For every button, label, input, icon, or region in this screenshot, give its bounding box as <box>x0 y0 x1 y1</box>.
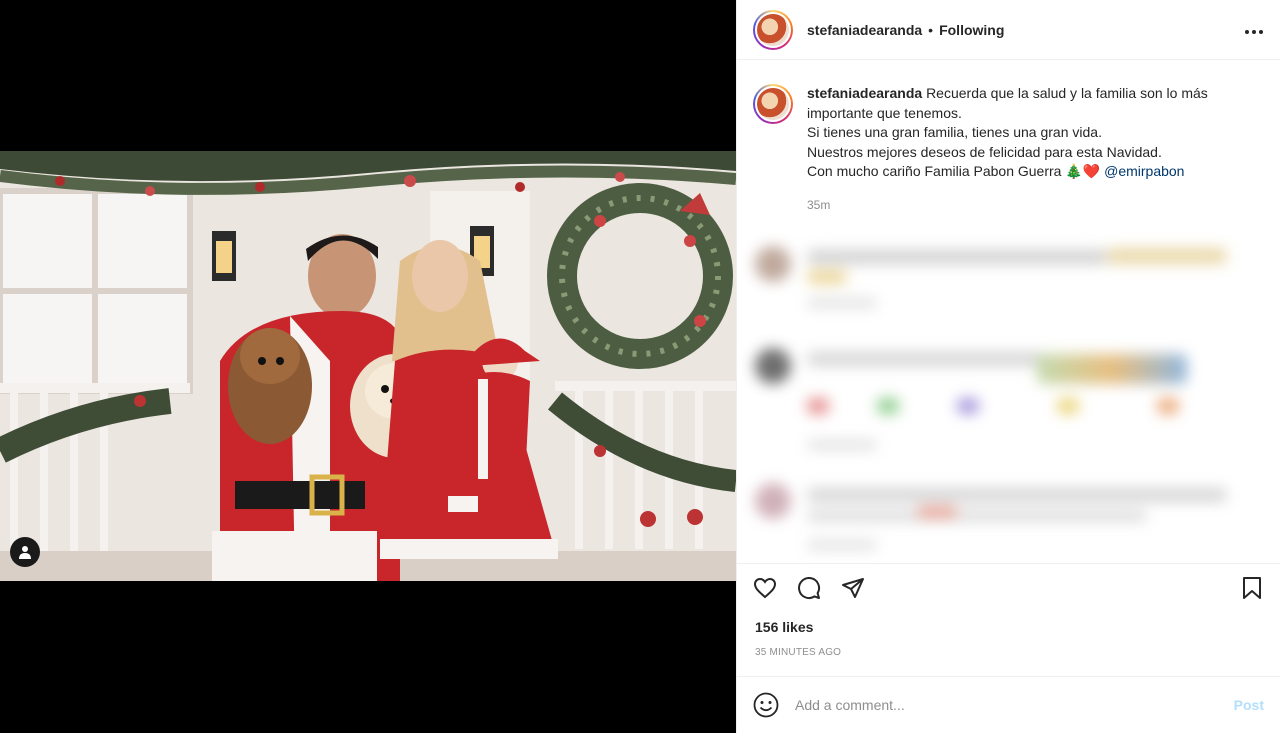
caption-avatar[interactable] <box>753 84 793 124</box>
save-bookmark-icon[interactable] <box>1240 576 1264 600</box>
caption-timestamp[interactable]: 35m <box>807 196 1264 216</box>
posted-ago[interactable]: 35 minutes ago <box>737 635 1280 658</box>
media-area <box>0 0 736 733</box>
caption: stefaniadearanda Recuerda que la salud y… <box>737 60 1280 216</box>
share-direct-icon[interactable] <box>841 576 865 600</box>
post-actions <box>737 563 1280 611</box>
comment-composer: Post <box>737 676 1280 733</box>
tagged-users-button[interactable] <box>10 537 40 567</box>
caption-line-3: Nuestros mejores deseos de felicidad par… <box>807 143 1162 160</box>
post-comment-button[interactable]: Post <box>1234 697 1264 713</box>
like-heart-icon[interactable] <box>753 576 777 600</box>
post-details-panel: stefaniadearanda • Following stefaniadea… <box>736 0 1280 733</box>
comment-input[interactable] <box>795 697 1234 713</box>
post-photo[interactable] <box>0 151 736 581</box>
comment-icon[interactable] <box>797 576 821 600</box>
caption-line-2: Si tienes una gran familia, tienes una g… <box>807 124 1102 141</box>
avatar[interactable] <box>753 9 793 50</box>
likes-count[interactable]: 156 likes <box>737 611 1280 635</box>
emoji-icon[interactable] <box>753 692 779 718</box>
post-header: stefaniadearanda • Following <box>737 0 1280 60</box>
post-viewer: stefaniadearanda • Following stefaniadea… <box>0 0 1280 733</box>
comments-area: stefaniadearanda Recuerda que la salud y… <box>737 60 1280 563</box>
more-horizontal-icon <box>1245 30 1263 34</box>
user-icon <box>19 546 31 559</box>
blurred-comments <box>747 228 1280 563</box>
caption-line-4: Con mucho cariño Familia Pabon Guerra 🎄❤… <box>807 163 1101 180</box>
mention-link[interactable]: @emirpabon <box>1104 163 1184 179</box>
follow-status-button[interactable]: Following <box>939 22 1004 38</box>
header-username[interactable]: stefaniadearanda <box>807 22 922 38</box>
caption-text: stefaniadearanda Recuerda que la salud y… <box>807 84 1264 216</box>
separator-dot: • <box>928 21 934 38</box>
caption-username[interactable]: stefaniadearanda <box>807 85 922 101</box>
more-options-button[interactable] <box>1244 19 1264 40</box>
